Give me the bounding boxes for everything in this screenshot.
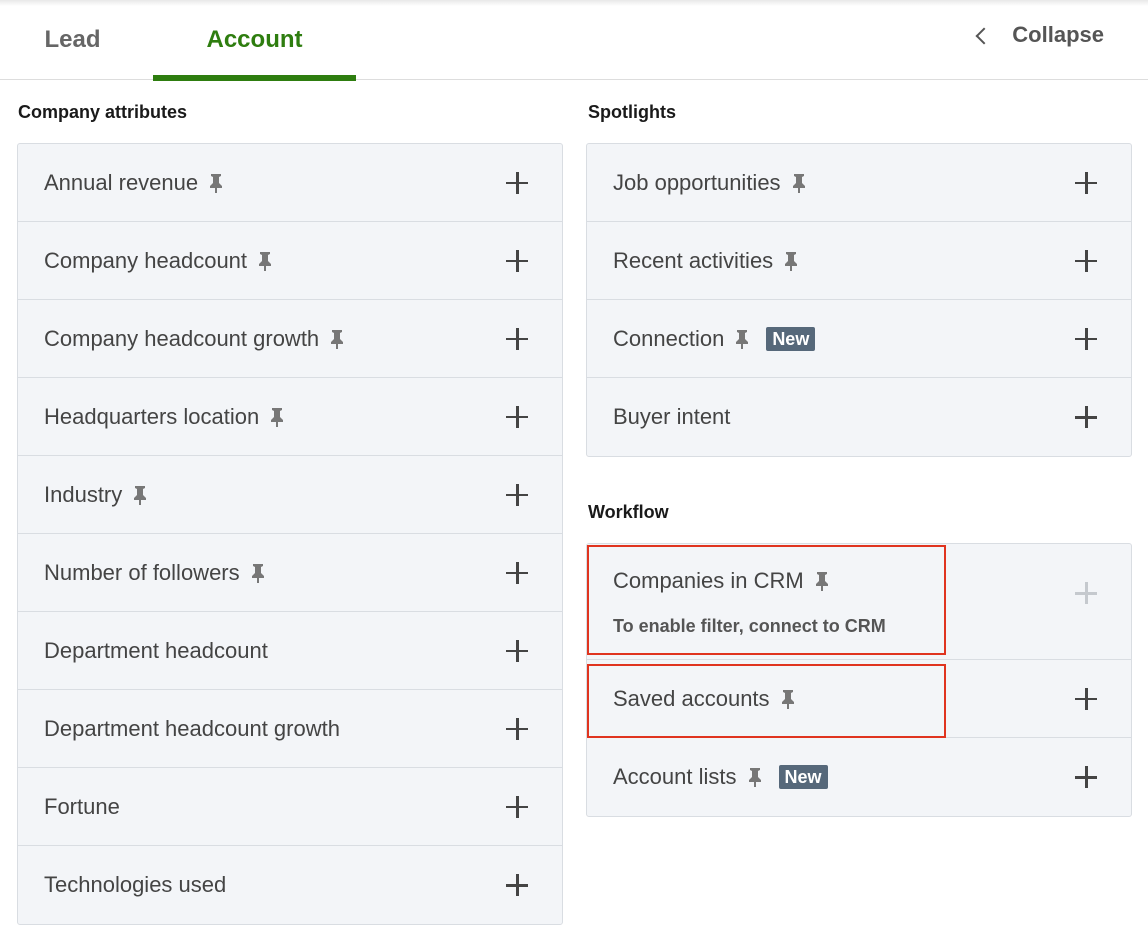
collapse-label: Collapse <box>1012 22 1104 47</box>
filter-label: Buyer intent <box>613 404 731 429</box>
plus-icon[interactable] <box>506 483 528 506</box>
filter-row-title: Company headcount growth <box>44 326 345 352</box>
filter-label: Annual revenue <box>44 169 199 195</box>
filter-row-title: Recent activities <box>613 248 799 274</box>
filter-label: Companies in CRM <box>613 568 804 593</box>
filter-label: Fortune <box>44 793 120 819</box>
plus-icon[interactable] <box>1075 327 1097 350</box>
plus-icon[interactable] <box>506 561 528 584</box>
filter-row-technologies-used[interactable]: Technologies used <box>18 846 562 924</box>
filter-row-title: Number of followers <box>44 560 266 586</box>
plus-icon[interactable] <box>1075 249 1097 272</box>
filter-row-title: Industry <box>44 482 148 508</box>
filter-row-industry[interactable]: Industry <box>18 456 562 534</box>
filter-row-connection[interactable]: Connection New <box>587 300 1131 378</box>
filter-row-title: Annual revenue <box>44 170 224 196</box>
filter-label: Recent activities <box>613 247 774 273</box>
plus-icon <box>1075 582 1097 604</box>
spotlights-panel: Job opportunities Recent activities Connec… <box>586 143 1132 457</box>
filter-row-title: Technologies used <box>44 872 226 898</box>
filter-row-company-headcount-growth[interactable]: Company headcount growth <box>18 300 562 378</box>
plus-icon[interactable] <box>506 249 528 272</box>
plus-icon[interactable] <box>506 874 528 896</box>
plus-icon[interactable] <box>506 327 528 350</box>
filter-row-recent-activities[interactable]: Recent activities <box>587 222 1131 300</box>
filter-row-account-lists[interactable]: Account lists New <box>587 738 1131 816</box>
filter-row-annual-revenue[interactable]: Annual revenue <box>18 144 562 222</box>
workflow-panel: Companies in CRM To enable filter, connec… <box>586 543 1132 817</box>
new-badge: New <box>778 765 828 789</box>
pin-icon[interactable] <box>208 173 224 193</box>
filter-row-title: Connection New <box>613 325 816 352</box>
filter-row-headquarters-location[interactable]: Headquarters location <box>18 378 562 456</box>
pin-icon[interactable] <box>250 563 266 583</box>
filter-tabs-bar: Lead Account Collapse <box>0 0 1148 81</box>
plus-icon[interactable] <box>506 171 528 194</box>
filter-label: Job opportunities <box>613 169 781 195</box>
pin-icon[interactable] <box>747 767 763 787</box>
filter-label: Department headcount growth <box>44 715 340 741</box>
filter-label: Number of followers <box>44 559 240 585</box>
pin-icon[interactable] <box>269 407 285 427</box>
filter-row-job-opportunities[interactable]: Job opportunities <box>587 144 1131 222</box>
filter-row-title: Companies in CRM <box>613 568 830 594</box>
pin-icon[interactable] <box>791 173 807 193</box>
plus-icon[interactable] <box>1075 406 1097 428</box>
pin-icon[interactable] <box>132 485 148 505</box>
company-attributes-panel: Annual revenue Company headcount Company h… <box>17 143 563 925</box>
filter-label: Account lists <box>613 764 737 789</box>
pin-icon[interactable] <box>814 571 830 591</box>
workflow-heading: Workflow <box>588 502 669 522</box>
new-badge: New <box>766 326 816 351</box>
pin-icon[interactable] <box>329 329 345 349</box>
pin-icon[interactable] <box>783 251 799 271</box>
filter-label: Company headcount growth <box>44 325 320 351</box>
plus-icon[interactable] <box>506 717 528 740</box>
filter-label: Company headcount <box>44 247 248 273</box>
filter-label: Connection <box>613 325 725 351</box>
spotlights-heading: Spotlights <box>588 102 676 122</box>
filter-row-department-headcount[interactable]: Department headcount <box>18 612 562 690</box>
filter-label: Department headcount <box>44 637 268 663</box>
filter-label: Technologies used <box>44 872 227 897</box>
filter-row-saved-accounts[interactable]: Saved accounts <box>587 660 1131 738</box>
pin-icon[interactable] <box>734 329 750 349</box>
tab-lead[interactable]: Lead <box>0 0 145 80</box>
plus-icon[interactable] <box>506 795 528 818</box>
filter-row-buyer-intent[interactable]: Buyer intent <box>587 378 1131 456</box>
filter-row-title: Company headcount <box>44 248 273 274</box>
plus-icon[interactable] <box>1075 171 1097 194</box>
filter-row-title: Account lists New <box>613 764 828 790</box>
filter-row-department-headcount-growth[interactable]: Department headcount growth <box>18 690 562 768</box>
filter-label: Industry <box>44 481 123 507</box>
filter-row-fortune[interactable]: Fortune <box>18 768 562 846</box>
plus-icon[interactable] <box>1075 766 1097 788</box>
filter-row-title: Department headcount <box>44 638 268 664</box>
pin-icon[interactable] <box>780 689 796 709</box>
plus-icon[interactable] <box>1075 687 1097 710</box>
company-attributes-heading: Company attributes <box>18 102 188 122</box>
filter-row-title: Headquarters location <box>44 404 285 430</box>
filter-hint: To enable filter, connect to CRM <box>613 616 886 636</box>
filter-row-title: Saved accounts <box>613 686 796 712</box>
collapse-button[interactable]: Collapse <box>975 0 1104 70</box>
filter-row-title: Job opportunities <box>613 170 807 196</box>
pin-icon[interactable] <box>257 251 273 271</box>
filter-row-companies-in-crm[interactable]: Companies in CRM To enable filter, connec… <box>587 544 1131 660</box>
filter-row-title: Fortune <box>44 794 120 820</box>
filter-row-number-of-followers[interactable]: Number of followers <box>18 534 562 612</box>
tab-account-label: Account <box>206 26 303 53</box>
filter-row-title: Buyer intent <box>613 404 730 430</box>
filter-row-title: Department headcount growth <box>44 716 340 742</box>
tab-account[interactable]: Account <box>153 0 356 81</box>
plus-icon[interactable] <box>506 405 528 428</box>
filter-label: Headquarters location <box>44 403 260 429</box>
plus-icon[interactable] <box>506 639 528 662</box>
chevron-left-icon <box>975 27 993 44</box>
filter-label: Saved accounts <box>613 685 770 711</box>
tab-lead-label: Lead <box>44 26 101 53</box>
filter-row-company-headcount[interactable]: Company headcount <box>18 222 562 300</box>
